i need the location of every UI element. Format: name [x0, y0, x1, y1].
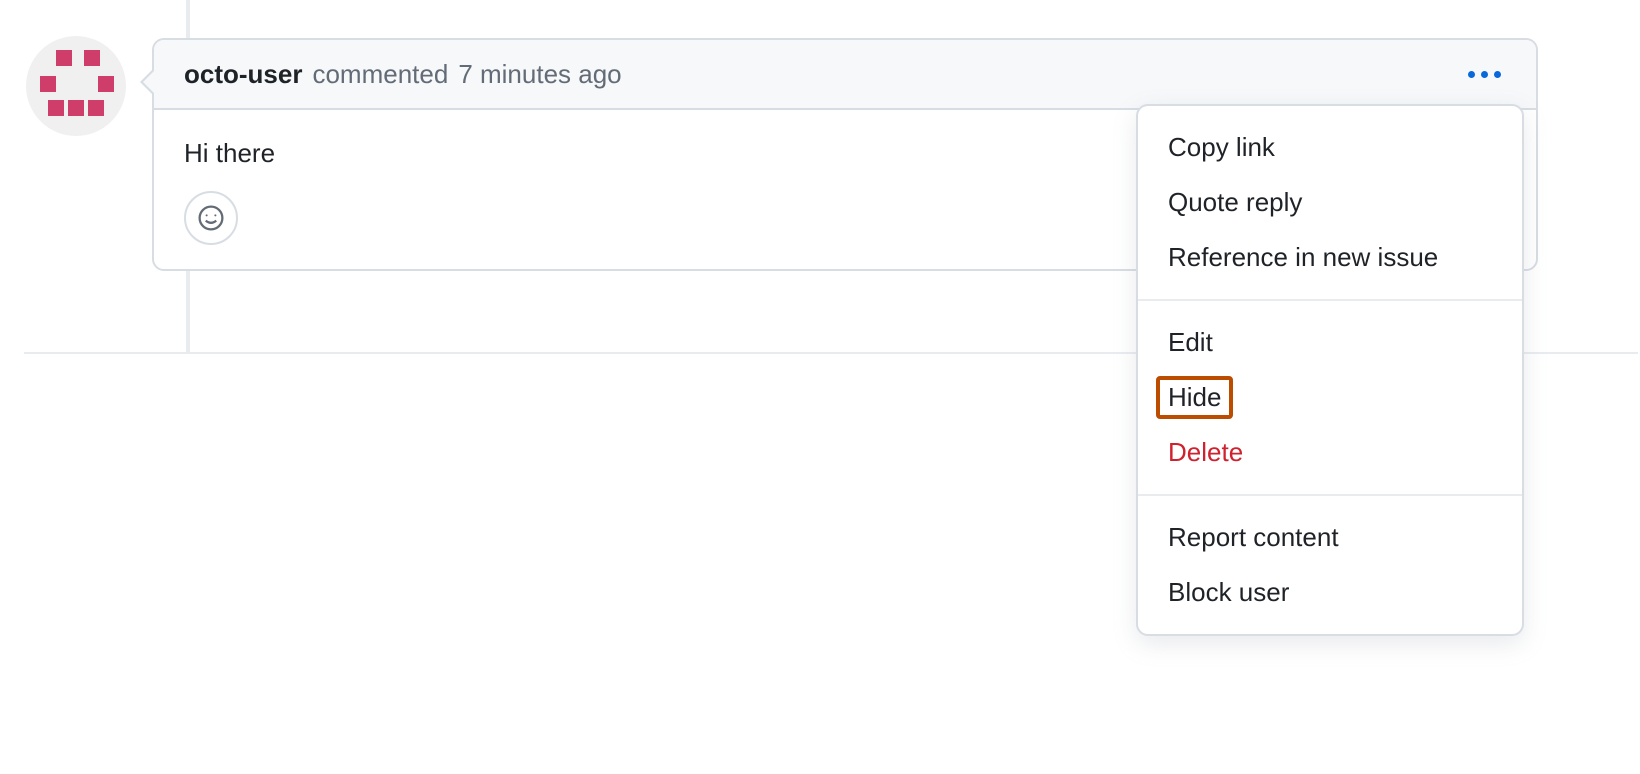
smiley-icon	[197, 204, 225, 232]
avatar[interactable]	[26, 36, 126, 136]
menu-quote-reply[interactable]: Quote reply	[1138, 175, 1522, 230]
comment-author[interactable]: octo-user	[184, 59, 302, 90]
menu-group-2: Edit Hide Delete	[1138, 301, 1522, 494]
menu-group-3: Report content Block user	[1138, 496, 1522, 634]
menu-block[interactable]: Block user	[1138, 565, 1522, 620]
dropdown-pointer	[1460, 104, 1484, 106]
add-reaction-button[interactable]	[184, 191, 238, 245]
menu-reference-issue[interactable]: Reference in new issue	[1138, 230, 1522, 285]
comment-pointer	[140, 68, 154, 96]
menu-edit[interactable]: Edit	[1138, 315, 1522, 370]
menu-hide-highlight: Hide	[1156, 376, 1233, 419]
menu-copy-link[interactable]: Copy link	[1138, 120, 1522, 175]
kebab-icon[interactable]	[1462, 58, 1506, 90]
comment-actions-menu: Copy link Quote reply Reference in new i…	[1136, 104, 1524, 636]
comment-timestamp[interactable]: 7 minutes ago	[458, 59, 621, 90]
menu-delete[interactable]: Delete	[1138, 425, 1522, 480]
menu-report[interactable]: Report content	[1138, 510, 1522, 565]
comment-meta: octo-user commented 7 minutes ago	[184, 59, 622, 90]
comment-action-text: commented	[312, 59, 448, 90]
comment-header: octo-user commented 7 minutes ago	[154, 40, 1536, 110]
identicon	[26, 36, 126, 136]
menu-group-1: Copy link Quote reply Reference in new i…	[1138, 106, 1522, 299]
menu-hide[interactable]: Hide	[1138, 370, 1522, 425]
